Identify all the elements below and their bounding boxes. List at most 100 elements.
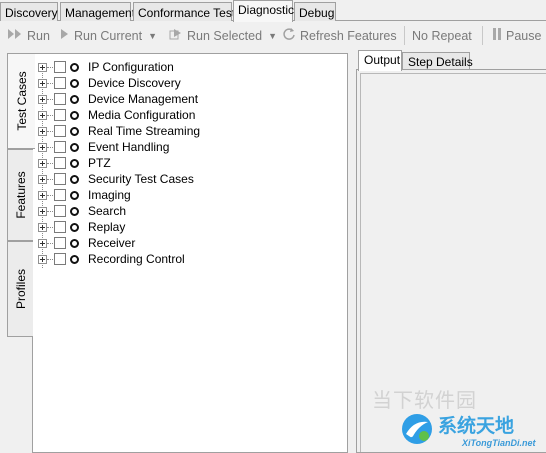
- tree-checkbox[interactable]: [54, 61, 66, 73]
- status-circle-icon: [70, 126, 79, 136]
- run-current-button[interactable]: Run Current ▼: [60, 27, 157, 44]
- tab-diagnostic[interactable]: Diagnostic: [233, 0, 294, 22]
- test-tree: IP Configuration Device Discovery Device…: [33, 53, 348, 453]
- pause-label: Pause: [506, 28, 542, 43]
- tree-connector: [47, 242, 53, 244]
- tab-profiles[interactable]: Profiles: [7, 241, 33, 337]
- tree-checkbox[interactable]: [54, 237, 66, 249]
- run-selected-label: Run Selected: [187, 28, 263, 43]
- watermark-text: 当下软件园: [372, 388, 477, 412]
- tree-item[interactable]: Imaging: [38, 187, 338, 203]
- tree-item-label: Recording Control: [88, 252, 185, 266]
- play-checked-icon: [169, 28, 183, 43]
- tab-conformance-test[interactable]: Conformance Test: [133, 2, 235, 21]
- tree-connector: [47, 258, 53, 260]
- tree-connector: [47, 162, 53, 164]
- pause-icon: [492, 27, 502, 44]
- tab-test-cases-label: Test Cases: [14, 71, 29, 131]
- expand-icon[interactable]: [38, 206, 47, 216]
- tree-checkbox[interactable]: [54, 173, 66, 185]
- tree-item[interactable]: Device Management: [38, 91, 338, 107]
- tree-checkbox[interactable]: [54, 93, 66, 105]
- no-repeat-label: No Repeat: [412, 28, 472, 43]
- main-tab-bar: Discovery Management Conformance Test Di…: [0, 0, 546, 22]
- tree-connector: [47, 210, 53, 212]
- watermark-brand: 系统天地: [438, 415, 515, 437]
- chevron-down-icon[interactable]: ▼: [148, 31, 157, 41]
- status-circle-icon: [70, 254, 79, 264]
- status-circle-icon: [70, 190, 79, 200]
- tree-connector: [47, 98, 53, 100]
- tree-connector: [47, 178, 53, 180]
- expand-icon[interactable]: [38, 126, 47, 136]
- tab-output[interactable]: Output: [358, 50, 402, 71]
- tree-connector: [47, 130, 53, 132]
- tab-test-cases[interactable]: Test Cases: [7, 53, 35, 149]
- tree-connector: [47, 114, 53, 116]
- tree-checkbox[interactable]: [54, 253, 66, 265]
- tree-item[interactable]: IP Configuration: [38, 59, 338, 75]
- tab-discovery[interactable]: Discovery: [0, 2, 58, 21]
- expand-icon[interactable]: [38, 174, 47, 184]
- tree-item[interactable]: Search: [38, 203, 338, 219]
- tree-item[interactable]: Recording Control: [38, 251, 338, 267]
- tab-debug[interactable]: Debug: [294, 2, 336, 21]
- tree-item[interactable]: Event Handling: [38, 139, 338, 155]
- tree-item[interactable]: Security Test Cases: [38, 171, 338, 187]
- run-button[interactable]: Run: [7, 27, 50, 44]
- tree-checkbox[interactable]: [54, 141, 66, 153]
- tree-connector: [47, 226, 53, 228]
- tree-item[interactable]: Media Configuration: [38, 107, 338, 123]
- expand-icon[interactable]: [38, 94, 47, 104]
- run-current-label: Run Current: [74, 28, 143, 43]
- tree-item-label: Event Handling: [88, 140, 170, 154]
- no-repeat-button[interactable]: No Repeat: [412, 27, 472, 44]
- expand-icon[interactable]: [38, 62, 47, 72]
- tree-item-label: Receiver: [88, 236, 136, 250]
- expand-icon[interactable]: [38, 78, 47, 88]
- pause-button[interactable]: Pause: [492, 27, 541, 44]
- refresh-features-button[interactable]: Refresh Features: [282, 27, 397, 44]
- side-tab-strip: Test Cases Features Profiles: [7, 53, 35, 453]
- refresh-features-label: Refresh Features: [300, 28, 397, 43]
- expand-icon[interactable]: [38, 158, 47, 168]
- tree-item-label: Device Discovery: [88, 76, 181, 90]
- expand-icon[interactable]: [38, 254, 47, 264]
- chevron-down-icon[interactable]: ▼: [268, 31, 277, 41]
- tree-item-label: Real Time Streaming: [88, 124, 201, 138]
- tree-item[interactable]: Receiver: [38, 235, 338, 251]
- expand-icon[interactable]: [38, 110, 47, 120]
- expand-icon[interactable]: [38, 238, 47, 248]
- tree-checkbox[interactable]: [54, 77, 66, 89]
- tab-management[interactable]: Management: [60, 2, 135, 21]
- watermark-logo-icon: [400, 412, 434, 446]
- tree-connector: [47, 194, 53, 196]
- status-circle-icon: [70, 174, 79, 184]
- tree-item-label: Replay: [88, 220, 126, 234]
- status-circle-icon: [70, 142, 79, 152]
- tree-checkbox[interactable]: [54, 109, 66, 121]
- tree-item[interactable]: Device Discovery: [38, 75, 338, 91]
- status-circle-icon: [70, 94, 79, 104]
- tree-item[interactable]: Replay: [38, 219, 338, 235]
- tree-checkbox[interactable]: [54, 157, 66, 169]
- tree-checkbox[interactable]: [54, 125, 66, 137]
- tree-checkbox[interactable]: [54, 205, 66, 217]
- status-circle-icon: [70, 110, 79, 120]
- play-icon: [60, 28, 70, 43]
- tree-item-label: Search: [88, 204, 127, 218]
- tab-features[interactable]: Features: [7, 149, 33, 241]
- tree-item[interactable]: Real Time Streaming: [38, 123, 338, 139]
- tab-step-details[interactable]: Step Details: [402, 52, 473, 70]
- expand-icon[interactable]: [38, 190, 47, 200]
- expand-icon[interactable]: [38, 142, 47, 152]
- double-play-icon: [7, 28, 23, 43]
- tree-item-label: Security Test Cases: [88, 172, 194, 186]
- expand-icon[interactable]: [38, 222, 47, 232]
- status-circle-icon: [70, 238, 79, 248]
- tree-item[interactable]: PTZ: [38, 155, 338, 171]
- toolbar-separator: [404, 26, 405, 45]
- run-selected-button[interactable]: Run Selected ▼: [169, 27, 277, 44]
- tree-checkbox[interactable]: [54, 221, 66, 233]
- tree-checkbox[interactable]: [54, 189, 66, 201]
